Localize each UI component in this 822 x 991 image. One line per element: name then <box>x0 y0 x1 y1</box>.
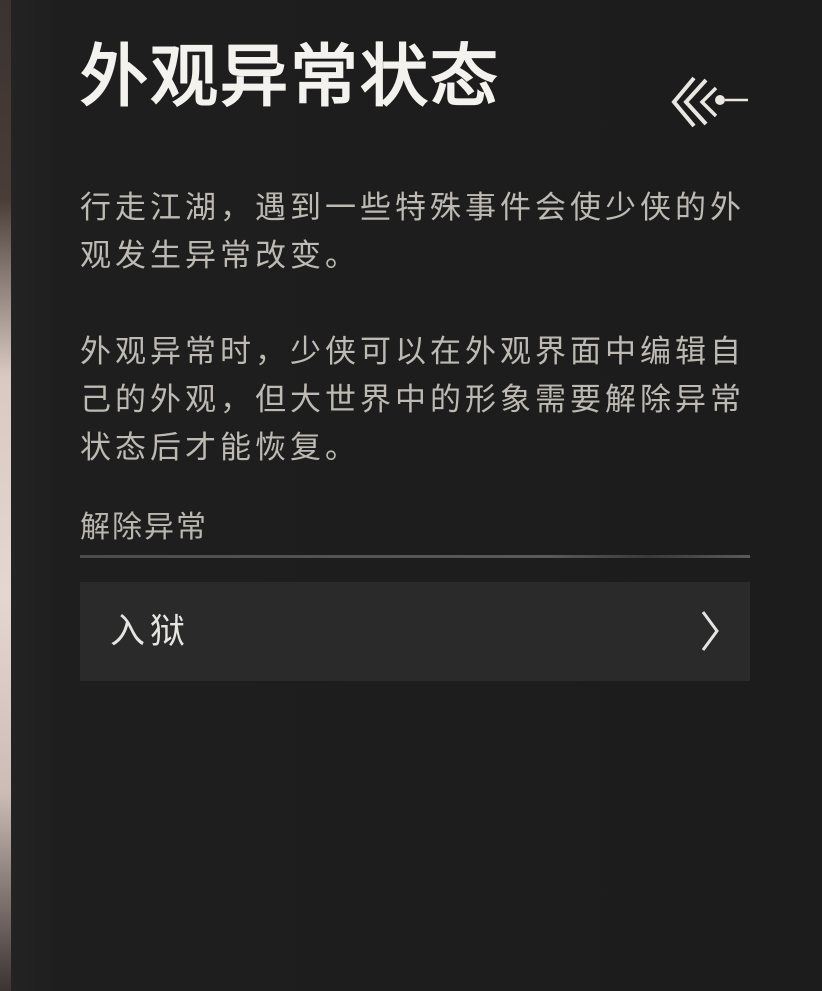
chevron-right-icon <box>700 609 720 653</box>
page-title: 外观异常状态 <box>80 37 501 117</box>
back-button[interactable] <box>664 66 754 138</box>
list-item-label: 入狱 <box>110 612 191 652</box>
list-item-imprisoned[interactable]: 入狱 <box>80 582 750 681</box>
description-paragraph-1: 行走江湖，遇到一些特殊事件会使少侠的外观发生异常改变。 <box>80 190 745 274</box>
section-label-remove-abnormal: 解除异常 <box>80 510 208 545</box>
section-divider <box>80 555 750 558</box>
background-edge <box>0 0 11 991</box>
status-panel <box>11 0 822 991</box>
description-paragraph-2: 外观异常时，少侠可以在外观界面中编辑自己的外观，但大世界中的形象需要解除异常状态… <box>80 334 745 466</box>
back-arrow-icon <box>671 76 748 128</box>
